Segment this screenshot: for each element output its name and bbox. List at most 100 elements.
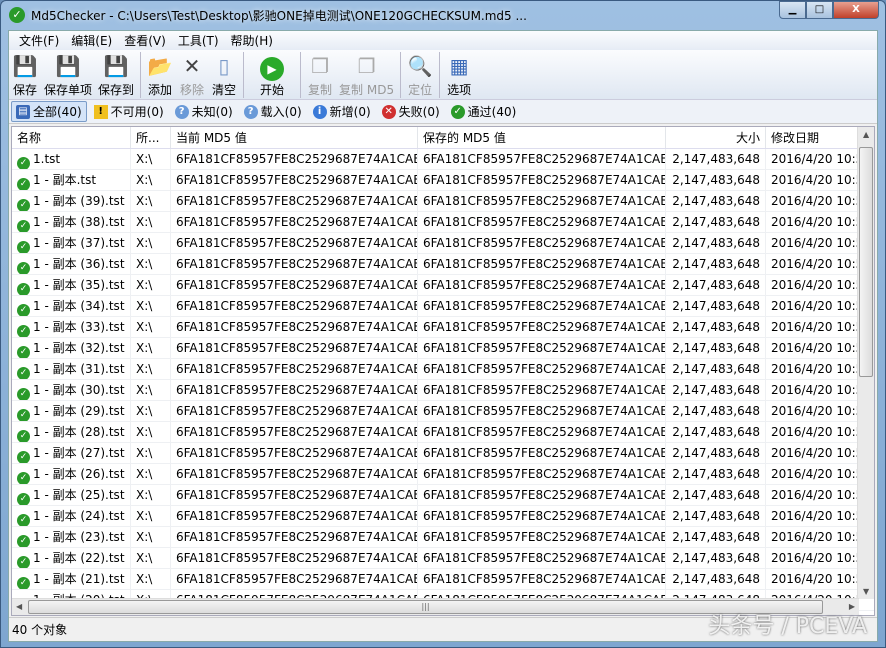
- table-row[interactable]: ✓1 - 副本.tst X:\ 6FA181CF85957FE8C2529687…: [12, 170, 874, 191]
- col-saved-md5[interactable]: 保存的 MD5 值: [418, 127, 666, 148]
- copy-md5-icon: ❐: [354, 52, 380, 80]
- modified-date: 2016/4/20 10:51: [766, 359, 859, 379]
- filter-unknown[interactable]: ?未知(0): [171, 102, 237, 121]
- horizontal-scroll-thumb[interactable]: |||: [28, 600, 823, 614]
- add-button[interactable]: 📂添加: [144, 52, 176, 98]
- table-row[interactable]: ✓1 - 副本 (26).tst X:\ 6FA181CF85957FE8C25…: [12, 464, 874, 485]
- table-row[interactable]: ✓1 - 副本 (31).tst X:\ 6FA181CF85957FE8C25…: [12, 359, 874, 380]
- table-row[interactable]: ✓1 - 副本 (23).tst X:\ 6FA181CF85957FE8C25…: [12, 527, 874, 548]
- file-name: ✓1 - 副本 (32).tst: [12, 338, 131, 358]
- table-row[interactable]: ✓1 - 副本 (28).tst X:\ 6FA181CF85957FE8C25…: [12, 422, 874, 443]
- vertical-scrollbar[interactable]: ▲▼: [857, 127, 874, 599]
- table-row[interactable]: ✓1 - 副本 (25).tst X:\ 6FA181CF85957FE8C25…: [12, 485, 874, 506]
- menu-view[interactable]: 查看(V): [118, 32, 172, 49]
- col-current-md5[interactable]: 当前 MD5 值: [171, 127, 418, 148]
- check-icon: ✓: [17, 367, 30, 379]
- current-md5: 6FA181CF85957FE8C2529687E74A1CAE: [171, 149, 418, 169]
- table-row[interactable]: ✓1 - 副本 (35).tst X:\ 6FA181CF85957FE8C25…: [12, 275, 874, 296]
- table-row[interactable]: ✓1 - 副本 (34).tst X:\ 6FA181CF85957FE8C25…: [12, 296, 874, 317]
- table-row[interactable]: ✓1 - 副本 (39).tst X:\ 6FA181CF85957FE8C25…: [12, 191, 874, 212]
- filter-loaded[interactable]: ?载入(0): [240, 102, 306, 121]
- info-icon: i: [313, 105, 327, 119]
- floppy-arrow-icon: 💾: [103, 52, 129, 80]
- col-modified[interactable]: 修改日期: [766, 127, 859, 148]
- status-count: 40 个对象: [12, 623, 67, 637]
- table-row[interactable]: ✓1 - 副本 (22).tst X:\ 6FA181CF85957FE8C25…: [12, 548, 874, 569]
- save-item-button[interactable]: 💾保存单项: [41, 52, 95, 98]
- col-size[interactable]: 大小: [666, 127, 766, 148]
- table-row[interactable]: ✓1 - 副本 (37).tst X:\ 6FA181CF85957FE8C25…: [12, 233, 874, 254]
- floppy-icon: 💾: [12, 52, 38, 80]
- error-icon: ✕: [382, 105, 396, 119]
- save-to-button[interactable]: 💾保存到: [95, 52, 137, 98]
- remove-button[interactable]: ✕移除: [176, 52, 208, 98]
- minimize-button[interactable]: ▁: [779, 1, 806, 19]
- saved-md5: 6FA181CF85957FE8C2529687E74A1CAE: [418, 443, 666, 463]
- table-row[interactable]: ✓1 - 副本 (32).tst X:\ 6FA181CF85957FE8C25…: [12, 338, 874, 359]
- file-location: X:\: [131, 422, 171, 442]
- vertical-scroll-thumb[interactable]: [859, 147, 873, 377]
- file-name: ✓1 - 副本 (31).tst: [12, 359, 131, 379]
- table-row[interactable]: ✓1 - 副本 (30).tst X:\ 6FA181CF85957FE8C25…: [12, 380, 874, 401]
- copy-button[interactable]: ❐复制: [304, 52, 336, 98]
- filter-failed[interactable]: ✕失败(0): [378, 102, 444, 121]
- check-icon: ✓: [17, 283, 30, 295]
- start-button[interactable]: ▶开始: [247, 52, 297, 98]
- file-size: 2,147,483,648: [666, 401, 766, 421]
- maximize-button[interactable]: □: [806, 1, 833, 19]
- table-row[interactable]: ✓1 - 副本 (38).tst X:\ 6FA181CF85957FE8C25…: [12, 212, 874, 233]
- saved-md5: 6FA181CF85957FE8C2529687E74A1CAE: [418, 191, 666, 211]
- table-row[interactable]: ✓1 - 副本 (21).tst X:\ 6FA181CF85957FE8C25…: [12, 569, 874, 590]
- menu-edit[interactable]: 编辑(E): [65, 32, 118, 49]
- modified-date: 2016/4/20 10:51: [766, 485, 859, 505]
- current-md5: 6FA181CF85957FE8C2529687E74A1CAE: [171, 170, 418, 190]
- table-row[interactable]: ✓1 - 副本 (29).tst X:\ 6FA181CF85957FE8C25…: [12, 401, 874, 422]
- filter-new[interactable]: i新增(0): [309, 102, 375, 121]
- table-row[interactable]: ✓1 - 副本 (33).tst X:\ 6FA181CF85957FE8C25…: [12, 317, 874, 338]
- col-location[interactable]: 所...: [131, 127, 171, 148]
- save-button[interactable]: 💾保存: [9, 52, 41, 98]
- horizontal-scrollbar[interactable]: ◀|||▶: [12, 598, 859, 615]
- current-md5: 6FA181CF85957FE8C2529687E74A1CAE: [171, 380, 418, 400]
- menu-file[interactable]: 文件(F): [13, 32, 65, 49]
- table-row[interactable]: ✓1 - 副本 (24).tst X:\ 6FA181CF85957FE8C25…: [12, 506, 874, 527]
- file-name: ✓1 - 副本 (30).tst: [12, 380, 131, 400]
- title-bar: ✓ Md5Checker - C:\Users\Test\Desktop\影驰O…: [1, 1, 885, 29]
- file-size: 2,147,483,648: [666, 317, 766, 337]
- current-md5: 6FA181CF85957FE8C2529687E74A1CAE: [171, 233, 418, 253]
- file-name: ✓1 - 副本 (21).tst: [12, 569, 131, 589]
- saved-md5: 6FA181CF85957FE8C2529687E74A1CAE: [418, 506, 666, 526]
- current-md5: 6FA181CF85957FE8C2529687E74A1CAE: [171, 548, 418, 568]
- file-location: X:\: [131, 212, 171, 232]
- clear-button[interactable]: ▯清空: [208, 52, 240, 98]
- table-row[interactable]: ✓1.tst X:\ 6FA181CF85957FE8C2529687E74A1…: [12, 149, 874, 170]
- file-name: ✓1 - 副本 (36).tst: [12, 254, 131, 274]
- file-size: 2,147,483,648: [666, 149, 766, 169]
- table-row[interactable]: ✓1 - 副本 (36).tst X:\ 6FA181CF85957FE8C25…: [12, 254, 874, 275]
- filter-all[interactable]: ▤全部(40): [11, 101, 87, 122]
- options-button[interactable]: ▦选项: [443, 52, 475, 98]
- col-name[interactable]: 名称: [12, 127, 131, 148]
- check-icon: ✓: [17, 535, 30, 547]
- menu-help[interactable]: 帮助(H): [225, 32, 279, 49]
- filter-bar: ▤全部(40) !不可用(0) ?未知(0) ?载入(0) i新增(0) ✕失败…: [9, 100, 877, 124]
- file-size: 2,147,483,648: [666, 380, 766, 400]
- filter-passed[interactable]: ✓通过(40): [447, 102, 521, 121]
- table-row[interactable]: ✓1 - 副本 (27).tst X:\ 6FA181CF85957FE8C25…: [12, 443, 874, 464]
- file-size: 2,147,483,648: [666, 569, 766, 589]
- menu-tools[interactable]: 工具(T): [172, 32, 225, 49]
- locate-button[interactable]: 🔍定位: [404, 52, 436, 98]
- copy-md5-button[interactable]: ❐复制 MD5: [336, 52, 397, 98]
- file-location: X:\: [131, 569, 171, 589]
- modified-date: 2016/4/20 10:51: [766, 212, 859, 232]
- check-icon: ✓: [17, 451, 30, 463]
- close-button[interactable]: X: [833, 1, 879, 19]
- check-icon: ✓: [17, 409, 30, 421]
- filter-unavailable[interactable]: !不可用(0): [90, 102, 168, 121]
- current-md5: 6FA181CF85957FE8C2529687E74A1CAE: [171, 296, 418, 316]
- check-icon: ✓: [17, 556, 30, 568]
- modified-date: 2016/4/20 10:51: [766, 170, 859, 190]
- file-location: X:\: [131, 443, 171, 463]
- current-md5: 6FA181CF85957FE8C2529687E74A1CAE: [171, 443, 418, 463]
- file-size: 2,147,483,648: [666, 338, 766, 358]
